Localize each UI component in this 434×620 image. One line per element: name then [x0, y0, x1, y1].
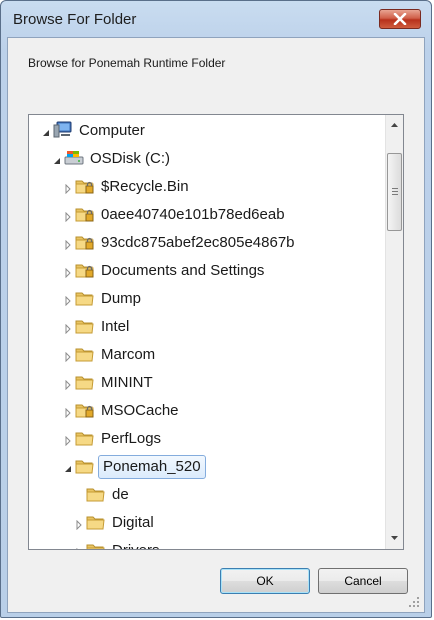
folder-icon [75, 345, 95, 363]
tree-item[interactable]: 93cdc875abef2ec805e4867b [29, 231, 385, 255]
tree-item[interactable]: Ponemah_520 [29, 455, 385, 479]
expanded-arrow-icon[interactable] [52, 153, 62, 164]
tree-item[interactable]: Computer [29, 119, 385, 143]
tree-item-label: Computer [79, 122, 145, 139]
expanded-arrow-icon[interactable] [41, 125, 51, 136]
tree-item[interactable]: PerfLogs [29, 427, 385, 451]
locked-folder-icon [75, 401, 95, 419]
tree-item-label: Ponemah_520 [98, 455, 206, 479]
collapsed-arrow-icon[interactable] [63, 405, 73, 419]
tree-item-label: OSDisk (C:) [90, 150, 170, 167]
tree-item[interactable]: Intel [29, 315, 385, 339]
locked-folder-icon [75, 233, 95, 251]
folder-tree-items: Computer OSDisk (C:) $Recycle.Bin 0aee40… [29, 115, 385, 549]
tree-item-label: MININT [101, 374, 153, 391]
tree-item[interactable]: Drivers [29, 539, 385, 549]
tree-item[interactable]: Dump [29, 287, 385, 311]
tree-item[interactable]: Marcom [29, 343, 385, 367]
vertical-scrollbar[interactable] [385, 115, 403, 549]
collapsed-arrow-icon[interactable] [63, 209, 73, 223]
collapsed-arrow-icon[interactable] [63, 293, 73, 307]
collapsed-arrow-icon[interactable] [63, 321, 73, 335]
tree-item[interactable]: $Recycle.Bin [29, 175, 385, 199]
collapsed-arrow-icon[interactable] [63, 433, 73, 447]
expanded-arrow-icon[interactable] [63, 461, 73, 472]
tree-item-label: de [112, 486, 129, 503]
tree-item-label: Digital [112, 514, 154, 531]
tree-item[interactable]: MININT [29, 371, 385, 395]
tree-item-label: Drivers [109, 541, 163, 549]
collapsed-arrow-icon[interactable] [63, 377, 73, 391]
collapsed-arrow-icon[interactable] [74, 517, 84, 531]
tree-item-label: Marcom [101, 346, 156, 363]
drive-icon [64, 149, 84, 167]
tree-item-label: 93cdc875abef2ec805e4867b [101, 234, 295, 251]
scroll-down-arrow-icon[interactable] [386, 529, 403, 546]
tree-item-label: Dump [101, 290, 142, 307]
computer-icon [53, 121, 73, 139]
close-button[interactable] [379, 9, 421, 29]
tree-item-label: Documents and Settings [101, 262, 265, 279]
folder-icon [86, 513, 106, 531]
collapsed-arrow-icon[interactable] [74, 545, 84, 549]
locked-folder-icon [75, 261, 95, 279]
locked-folder-icon [75, 177, 95, 195]
scroll-up-arrow-icon[interactable] [386, 117, 403, 134]
tree-item[interactable]: 0aee40740e101b78ed6eab [29, 203, 385, 227]
folder-icon [86, 541, 106, 549]
window-title: Browse For Folder [13, 11, 137, 28]
tree-item-label: 0aee40740e101b78ed6eab [101, 206, 285, 223]
collapsed-arrow-icon[interactable] [63, 265, 73, 279]
close-icon [393, 13, 407, 25]
dialog-body: Browse for Ponemah Runtime Folder Comput… [7, 37, 425, 613]
locked-folder-icon [75, 205, 95, 223]
tree-item-label: $Recycle.Bin [101, 178, 189, 195]
folder-icon [86, 485, 106, 503]
resize-grip-icon[interactable] [408, 596, 420, 608]
collapsed-arrow-icon[interactable] [63, 349, 73, 363]
folder-icon [75, 373, 95, 391]
tree-item[interactable]: Documents and Settings [29, 259, 385, 283]
dialog-description: Browse for Ponemah Runtime Folder [28, 56, 226, 70]
folder-tree[interactable]: Computer OSDisk (C:) $Recycle.Bin 0aee40… [28, 114, 404, 550]
browse-for-folder-dialog: Browse For Folder Browse for Ponemah Run… [0, 0, 432, 618]
folder-icon [75, 317, 95, 335]
tree-item-label: Intel [101, 318, 130, 335]
collapsed-arrow-icon[interactable] [63, 237, 73, 251]
collapsed-arrow-icon[interactable] [63, 181, 73, 195]
tree-item-label: PerfLogs [101, 430, 162, 447]
folder-icon [75, 289, 95, 307]
tree-item[interactable]: MSOCache [29, 399, 385, 423]
cancel-button[interactable]: Cancel [318, 568, 408, 594]
tree-item[interactable]: de [29, 483, 385, 507]
tree-item-label: MSOCache [101, 402, 179, 419]
ok-button[interactable]: OK [220, 568, 310, 594]
folder-icon [75, 429, 95, 447]
scrollbar-thumb[interactable] [387, 153, 402, 231]
tree-item[interactable]: OSDisk (C:) [29, 147, 385, 171]
title-bar[interactable]: Browse For Folder [1, 1, 431, 37]
tree-item[interactable]: Digital [29, 511, 385, 535]
folder-icon [75, 457, 95, 475]
